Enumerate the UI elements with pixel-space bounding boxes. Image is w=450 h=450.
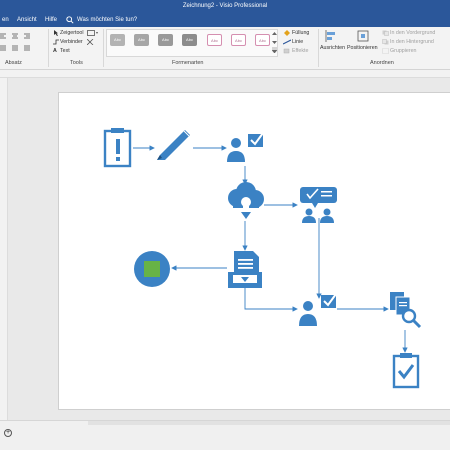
- status-bar: +: [0, 420, 450, 450]
- chat-users-icon: [300, 187, 337, 223]
- clipboard-check-icon: [392, 353, 420, 389]
- document-inbox-icon: [228, 251, 262, 288]
- horizontal-scrollbar[interactable]: [88, 421, 450, 425]
- green-circle-shape: [134, 251, 170, 287]
- clipboard-alert-icon: [103, 128, 132, 168]
- documents-search-icon: [390, 292, 422, 329]
- user-check-icon: [227, 132, 264, 162]
- idea-cloud-icon: [228, 182, 264, 219]
- add-page-icon[interactable]: +: [4, 429, 12, 437]
- process-diagram: [103, 128, 422, 389]
- connector-line: [244, 286, 298, 312]
- pencil-icon: [157, 130, 190, 160]
- user-check-icon: [299, 293, 337, 326]
